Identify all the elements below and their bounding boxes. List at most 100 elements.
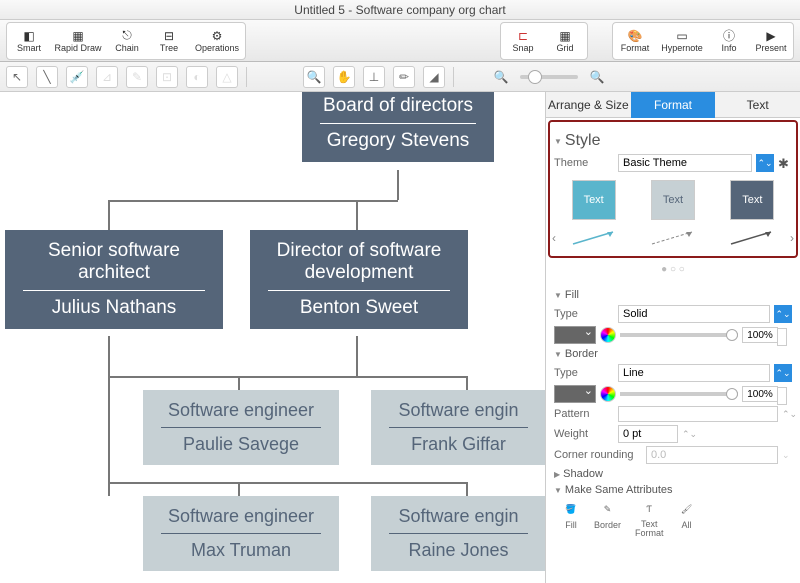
style-swatch-3[interactable]: Text bbox=[730, 180, 774, 220]
smart-button[interactable]: ◧Smart bbox=[9, 25, 49, 57]
chain-icon: ⎋ bbox=[119, 29, 135, 43]
tool-6[interactable]: ⊡ bbox=[156, 66, 178, 88]
eyedropper-tool[interactable]: 💉 bbox=[66, 66, 88, 88]
tree-button[interactable]: ⊟Tree bbox=[149, 25, 189, 57]
gear-icon: ⚙ bbox=[209, 29, 225, 43]
style-heading[interactable]: Style bbox=[554, 132, 792, 150]
arrow-style-2[interactable] bbox=[648, 228, 698, 248]
window-title: Untitled 5 - Software company org chart bbox=[0, 0, 800, 20]
tab-format[interactable]: Format bbox=[631, 92, 716, 118]
same-border-button[interactable]: ✎Border bbox=[594, 500, 621, 538]
bucket-icon: 🪣 bbox=[562, 500, 580, 518]
weight-label: Weight bbox=[554, 428, 614, 440]
same-all-button[interactable]: 🖌All bbox=[678, 500, 696, 538]
canvas[interactable]: Board of directors Gregory Stevens Senio… bbox=[0, 92, 545, 583]
stamp-tool[interactable]: ⊥ bbox=[363, 66, 385, 88]
org-node-e3[interactable]: Software engineer Max Truman bbox=[143, 496, 339, 571]
border-type-cap[interactable]: ⌃⌄ bbox=[774, 364, 792, 382]
zoom-slider[interactable] bbox=[520, 75, 578, 79]
theme-gear-icon[interactable]: ✱ bbox=[778, 156, 792, 170]
tree-icon: ⊟ bbox=[161, 29, 177, 43]
zoom-out-button[interactable]: 🔍 bbox=[490, 66, 512, 88]
zoom-in-button[interactable]: 🔍 bbox=[586, 66, 608, 88]
fill-opacity-slider[interactable] bbox=[620, 333, 738, 337]
border-colorwheel-icon[interactable] bbox=[600, 386, 616, 402]
border-opacity-value[interactable]: 100% bbox=[742, 386, 778, 402]
arrow-style-1[interactable] bbox=[569, 228, 619, 248]
tab-text[interactable]: Text bbox=[715, 92, 800, 118]
tool-7[interactable]: ◐ bbox=[186, 66, 208, 88]
border-heading[interactable]: Border bbox=[554, 348, 792, 360]
tool-8[interactable]: △ bbox=[216, 66, 238, 88]
line-tool[interactable]: ╲ bbox=[36, 66, 58, 88]
border-type-label: Type bbox=[554, 367, 614, 379]
format-panel-button[interactable]: 🎨Format bbox=[615, 25, 655, 57]
chain-button[interactable]: ⎋Chain bbox=[107, 25, 147, 57]
border-type-select[interactable]: Line bbox=[618, 364, 770, 382]
pointer-tool[interactable]: ↖ bbox=[6, 66, 28, 88]
pattern-label: Pattern bbox=[554, 408, 614, 420]
style-next-icon[interactable]: › bbox=[790, 231, 794, 245]
brush-icon: 🖌 bbox=[678, 500, 696, 518]
org-node-board[interactable]: Board of directors Gregory Stevens bbox=[302, 92, 494, 162]
hypernote-button[interactable]: ▭Hypernote bbox=[657, 25, 707, 57]
fill-opacity-value[interactable]: 100% bbox=[742, 327, 778, 343]
tab-arrange[interactable]: Arrange & Size bbox=[546, 92, 631, 118]
pen-icon: ✎ bbox=[599, 500, 617, 518]
border-opacity-slider[interactable] bbox=[620, 392, 738, 396]
fill-type-select[interactable]: Solid bbox=[618, 305, 770, 323]
same-fill-button[interactable]: 🪣Fill bbox=[562, 500, 580, 538]
fill-colorwheel-icon[interactable] bbox=[600, 327, 616, 343]
present-icon: ▶ bbox=[763, 29, 779, 43]
style-section-highlighted: Style Theme Basic Theme ⌃⌄ ✱ Text Text T… bbox=[548, 120, 798, 258]
arrow-style-3[interactable] bbox=[727, 228, 777, 248]
style-prev-icon[interactable]: ‹ bbox=[552, 231, 556, 245]
theme-select[interactable]: Basic Theme bbox=[618, 154, 752, 172]
weight-field[interactable]: 0 pt bbox=[618, 425, 678, 443]
org-node-e1[interactable]: Software engineer Paulie Savege bbox=[143, 390, 339, 465]
snap-button[interactable]: ⊏Snap bbox=[503, 25, 543, 57]
same-heading[interactable]: Make Same Attributes bbox=[554, 484, 792, 496]
corner-label: Corner rounding bbox=[554, 449, 642, 461]
snap-icon: ⊏ bbox=[515, 29, 531, 43]
info-button[interactable]: ⓘInfo bbox=[709, 25, 749, 57]
textformat-icon: Ƭ bbox=[640, 500, 658, 518]
corner-field[interactable]: 0.0 bbox=[646, 446, 778, 464]
theme-label: Theme bbox=[554, 157, 614, 169]
zoom-tool[interactable]: 🔍 bbox=[303, 66, 325, 88]
smart-icon: ◧ bbox=[21, 29, 37, 43]
theme-dropdown-cap[interactable]: ⌃⌄ bbox=[756, 154, 774, 172]
shadow-heading[interactable]: Shadow bbox=[554, 468, 792, 480]
info-icon: ⓘ bbox=[721, 29, 737, 43]
tool-5[interactable]: ✎ bbox=[126, 66, 148, 88]
org-node-e4[interactable]: Software engin Raine Jones bbox=[371, 496, 545, 571]
fill-type-label: Type bbox=[554, 308, 614, 320]
style-swatch-2[interactable]: Text bbox=[651, 180, 695, 220]
border-color-button[interactable] bbox=[554, 385, 596, 403]
inspector-panel: Arrange & Size Format Text Style Theme B… bbox=[545, 92, 800, 583]
pattern-select[interactable] bbox=[618, 406, 778, 422]
org-node-director[interactable]: Director of software development Benton … bbox=[250, 230, 468, 329]
fill-color-button[interactable] bbox=[554, 326, 596, 344]
grid-icon: ▦ bbox=[557, 29, 573, 43]
fill-heading[interactable]: Fill bbox=[554, 289, 792, 301]
rapid-icon: ▦ bbox=[70, 29, 86, 43]
main-toolbar: ◧Smart ▦Rapid Draw ⎋Chain ⊟Tree ⚙Operati… bbox=[0, 20, 800, 62]
operations-button[interactable]: ⚙Operations bbox=[191, 25, 243, 57]
fill-type-cap[interactable]: ⌃⌄ bbox=[774, 305, 792, 323]
highlight-tool[interactable]: ◢ bbox=[423, 66, 445, 88]
rapid-draw-button[interactable]: ▦Rapid Draw bbox=[51, 25, 105, 57]
note-icon: ▭ bbox=[674, 29, 690, 43]
same-textformat-button[interactable]: ƬText Format bbox=[635, 500, 664, 538]
brush-tool[interactable]: ✏ bbox=[393, 66, 415, 88]
palette-icon: 🎨 bbox=[627, 29, 643, 43]
tool-4[interactable]: ⊿ bbox=[96, 66, 118, 88]
org-node-architect[interactable]: Senior software architect Julius Nathans bbox=[5, 230, 223, 329]
style-swatch-1[interactable]: Text bbox=[572, 180, 616, 220]
pager-dots[interactable]: ● ○ ○ bbox=[546, 264, 800, 275]
grid-button[interactable]: ▦Grid bbox=[545, 25, 585, 57]
hand-tool[interactable]: ✋ bbox=[333, 66, 355, 88]
present-button[interactable]: ▶Present bbox=[751, 25, 791, 57]
secondary-toolbar: ↖ ╲ 💉 ⊿ ✎ ⊡ ◐ △ 🔍 ✋ ⊥ ✏ ◢ 🔍 🔍 bbox=[0, 62, 800, 92]
org-node-e2[interactable]: Software engin Frank Giffar bbox=[371, 390, 545, 465]
